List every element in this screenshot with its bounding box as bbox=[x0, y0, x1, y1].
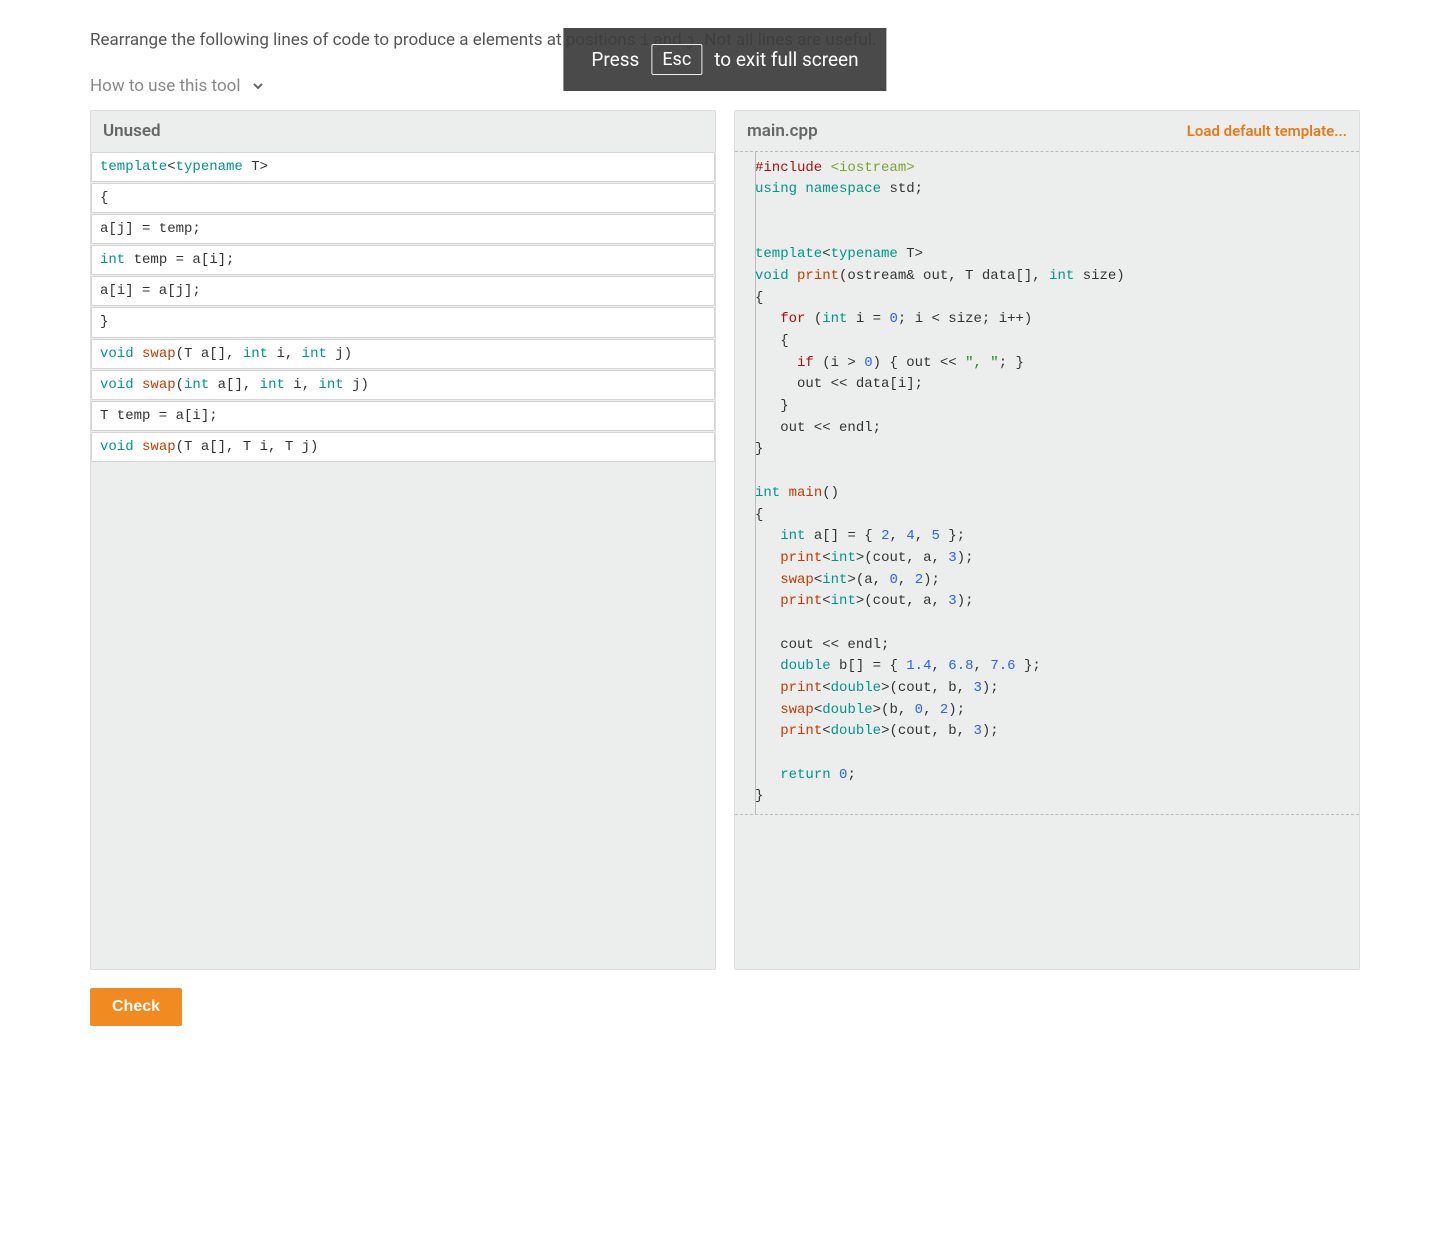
code-line: swap<int>(a, 0, 2); bbox=[755, 570, 1359, 592]
code-line bbox=[755, 743, 1359, 765]
code-tile[interactable]: void swap(int a[], int i, int j) bbox=[91, 370, 715, 400]
code-line: return 0; bbox=[755, 765, 1359, 787]
code-line: double b[] = { 1.4, 6.8, 7.6 }; bbox=[755, 656, 1359, 678]
unused-panel: Unused template<typename T>{a[j] = temp;… bbox=[90, 110, 716, 970]
editor-gutter bbox=[755, 152, 756, 815]
code-line: { bbox=[755, 331, 1359, 353]
fs-notice-key: Esc bbox=[651, 44, 702, 75]
code-line: { bbox=[755, 288, 1359, 310]
code-tile[interactable]: void swap(T a[], int i, int j) bbox=[91, 339, 715, 369]
code-tile[interactable]: a[i] = a[j]; bbox=[91, 276, 715, 306]
fs-notice-pre: Press bbox=[591, 48, 639, 71]
code-editor[interactable]: #include <iostream>using namespace std; … bbox=[735, 151, 1359, 816]
editor-header: main.cpp bbox=[747, 121, 818, 141]
code-tile[interactable]: { bbox=[91, 183, 715, 213]
code-line: { bbox=[755, 505, 1359, 527]
code-tile[interactable]: T temp = a[i]; bbox=[91, 401, 715, 431]
check-button[interactable]: Check bbox=[90, 988, 182, 1026]
code-tile[interactable]: } bbox=[91, 307, 715, 337]
code-line: out << endl; bbox=[755, 418, 1359, 440]
code-line: using namespace std; bbox=[755, 179, 1359, 201]
how-to-use-label: How to use this tool bbox=[90, 76, 240, 96]
code-line: print<int>(cout, a, 3); bbox=[755, 591, 1359, 613]
editor-panel: main.cpp Load default template... #inclu… bbox=[734, 110, 1360, 970]
code-line: int a[] = { 2, 4, 5 }; bbox=[755, 526, 1359, 548]
code-line: out << data[i]; bbox=[755, 374, 1359, 396]
code-line: swap<double>(b, 0, 2); bbox=[755, 700, 1359, 722]
code-line: #include <iostream> bbox=[755, 158, 1359, 180]
code-line: void print(ostream& out, T data[], int s… bbox=[755, 266, 1359, 288]
unused-tile-list[interactable]: template<typename T>{a[j] = temp;int tem… bbox=[91, 151, 715, 464]
code-line bbox=[755, 613, 1359, 635]
code-tile[interactable]: void swap(T a[], T i, T j) bbox=[91, 432, 715, 462]
fs-notice-post: to exit full screen bbox=[714, 48, 858, 71]
code-line: for (int i = 0; i < size; i++) bbox=[755, 309, 1359, 331]
code-line: if (i > 0) { out << ", "; } bbox=[755, 353, 1359, 375]
code-tile[interactable]: template<typename T> bbox=[91, 152, 715, 182]
unused-header: Unused bbox=[103, 121, 161, 141]
code-tile[interactable]: a[j] = temp; bbox=[91, 214, 715, 244]
code-line: print<double>(cout, b, 3); bbox=[755, 678, 1359, 700]
chevron-down-icon bbox=[250, 78, 266, 94]
load-default-template-link[interactable]: Load default template... bbox=[1187, 122, 1347, 140]
code-line: print<int>(cout, a, 3); bbox=[755, 548, 1359, 570]
code-line bbox=[755, 201, 1359, 223]
fullscreen-notice: Press Esc to exit full screen bbox=[563, 28, 886, 91]
code-line bbox=[755, 223, 1359, 245]
code-line: } bbox=[755, 439, 1359, 461]
code-line: template<typename T> bbox=[755, 244, 1359, 266]
code-line: cout << endl; bbox=[755, 635, 1359, 657]
code-line: } bbox=[755, 396, 1359, 418]
code-line bbox=[755, 461, 1359, 483]
code-line: } bbox=[755, 786, 1359, 808]
code-line: print<double>(cout, b, 3); bbox=[755, 721, 1359, 743]
code-tile[interactable]: int temp = a[i]; bbox=[91, 245, 715, 275]
code-line: int main() bbox=[755, 483, 1359, 505]
